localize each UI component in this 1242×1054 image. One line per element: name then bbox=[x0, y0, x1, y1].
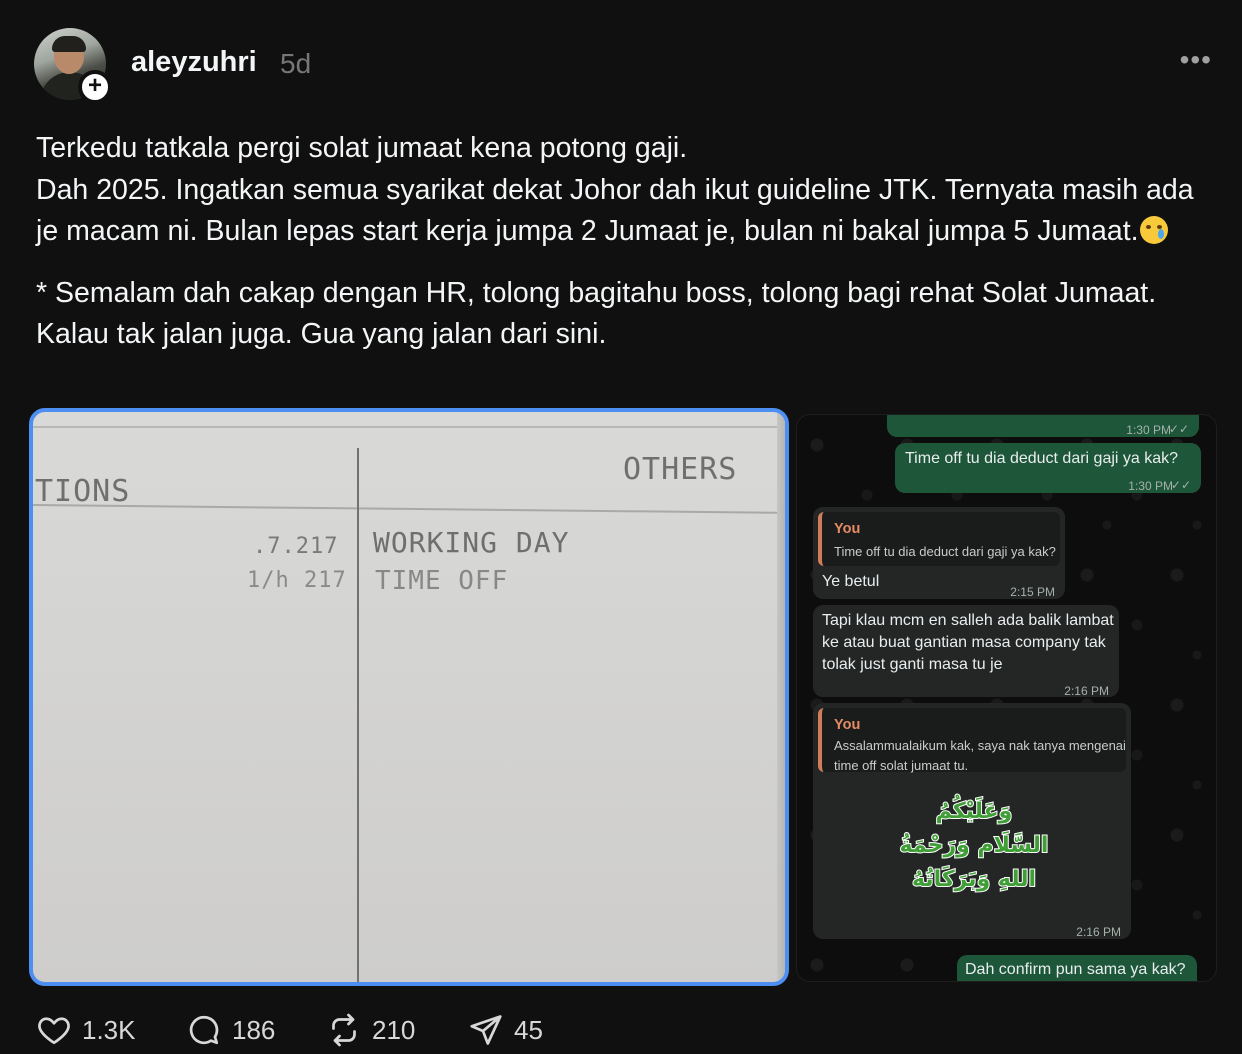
quoted-message[interactable]: You Assalammualaikum kak, saya nak tanya… bbox=[818, 708, 1126, 773]
double-check-icon: ✓✓ bbox=[1168, 422, 1189, 436]
message-time: 1:30 PM bbox=[1126, 423, 1171, 437]
message-time: 2:16 PM bbox=[1076, 925, 1121, 939]
comment-button[interactable]: 186 bbox=[186, 1008, 275, 1052]
message-text: Ye betul bbox=[822, 573, 880, 590]
photo-column-right-label: OTHERS bbox=[623, 452, 738, 487]
outgoing-message: Dah confirm pun sama ya kak? bbox=[957, 955, 1197, 981]
post-text-line: Terkedu tatkala pergi solat jumaat kena … bbox=[36, 132, 688, 164]
salam-sticker[interactable]: وَعَلَيْكُمُ السَّلَام وَرَحْمَةُ اللهِ … bbox=[899, 795, 1050, 905]
message-text: Tapi klau mcm en salleh ada balik lambat… bbox=[822, 612, 1114, 673]
repost-count: 210 bbox=[372, 1014, 416, 1045]
incoming-sticker-reply: You Assalammualaikum kak, saya nak tanya… bbox=[813, 703, 1131, 939]
more-options-icon[interactable]: ••• bbox=[1180, 46, 1212, 74]
message-time: 2:16 PM bbox=[1064, 684, 1109, 698]
photo-code: .7.217 bbox=[253, 534, 339, 559]
share-count: 45 bbox=[514, 1014, 543, 1045]
timesheet-photo[interactable]: TIONS OTHERS .7.217 1/h 217 WORKING DAY … bbox=[29, 408, 789, 986]
crying-face-icon bbox=[1139, 216, 1168, 244]
post-text-line: Dah 2025. Ingatkan semua syarikat dekat … bbox=[36, 173, 1194, 248]
share-button[interactable]: 45 bbox=[468, 1008, 543, 1052]
incoming-reply-message: You Time off tu dia deduct dari gaji ya … bbox=[813, 507, 1065, 599]
post-body: Terkedu tatkala pergi solat jumaat kena … bbox=[36, 128, 1206, 356]
double-check-icon: ✓✓ bbox=[1170, 478, 1191, 492]
quote-author: You bbox=[834, 717, 861, 733]
photo-row-working-day: WORKING DAY bbox=[373, 526, 570, 559]
username[interactable]: aleyzuhri bbox=[131, 46, 257, 79]
follow-plus-icon[interactable]: + bbox=[78, 70, 112, 104]
sticker-text: وَعَلَيْكُمُ السَّلَام وَرَحْمَةُ اللهِ … bbox=[899, 798, 1050, 893]
post-text-line: * Semalam dah cakap dengan HR, tolong ba… bbox=[36, 276, 1157, 351]
repost-button[interactable]: 210 bbox=[326, 1008, 415, 1052]
post-header: + aleyzuhri 5d ••• bbox=[34, 28, 1214, 104]
chat-screenshot[interactable]: 1:30 PM ✓✓ Time off tu dia deduct dari g… bbox=[796, 414, 1217, 982]
quote-author: You bbox=[834, 521, 861, 537]
comment-bubble-icon bbox=[189, 1015, 219, 1045]
like-button[interactable]: 1.3K bbox=[36, 1008, 136, 1052]
send-icon bbox=[470, 1015, 502, 1045]
message-time: 1:30 PM bbox=[1128, 479, 1173, 493]
photo-column-left-label: TIONS bbox=[35, 474, 131, 509]
heart-icon bbox=[38, 1017, 70, 1045]
message-text: Time off tu dia deduct dari gaji ya kak? bbox=[905, 450, 1179, 467]
message-time: 2:15 PM bbox=[1010, 585, 1055, 599]
repost-icon bbox=[332, 1013, 356, 1047]
comment-count: 186 bbox=[232, 1014, 276, 1045]
quoted-message[interactable]: You Time off tu dia deduct dari gaji ya … bbox=[818, 512, 1060, 566]
outgoing-message: Time off tu dia deduct dari gaji ya kak?… bbox=[895, 443, 1201, 493]
incoming-message: Tapi klau mcm en salleh ada balik lambat… bbox=[813, 605, 1119, 698]
like-count: 1.3K bbox=[82, 1014, 136, 1045]
photo-row-time-off: TIME OFF bbox=[375, 566, 509, 596]
post-time: 5d bbox=[280, 48, 312, 79]
quote-text: Assalammualaikum kak, saya nak tanya men… bbox=[834, 738, 1126, 773]
post-text-paragraph: Dah 2025. Ingatkan semua syarikat dekat … bbox=[36, 170, 1206, 253]
outgoing-message: 1:30 PM ✓✓ bbox=[887, 415, 1199, 437]
message-text: Dah confirm pun sama ya kak? bbox=[965, 961, 1186, 978]
photo-code: 1/h 217 bbox=[247, 568, 347, 593]
post-actions: 1.3K 186 210 45 bbox=[36, 1008, 1206, 1052]
quote-text: Time off tu dia deduct dari gaji ya kak? bbox=[834, 544, 1056, 559]
